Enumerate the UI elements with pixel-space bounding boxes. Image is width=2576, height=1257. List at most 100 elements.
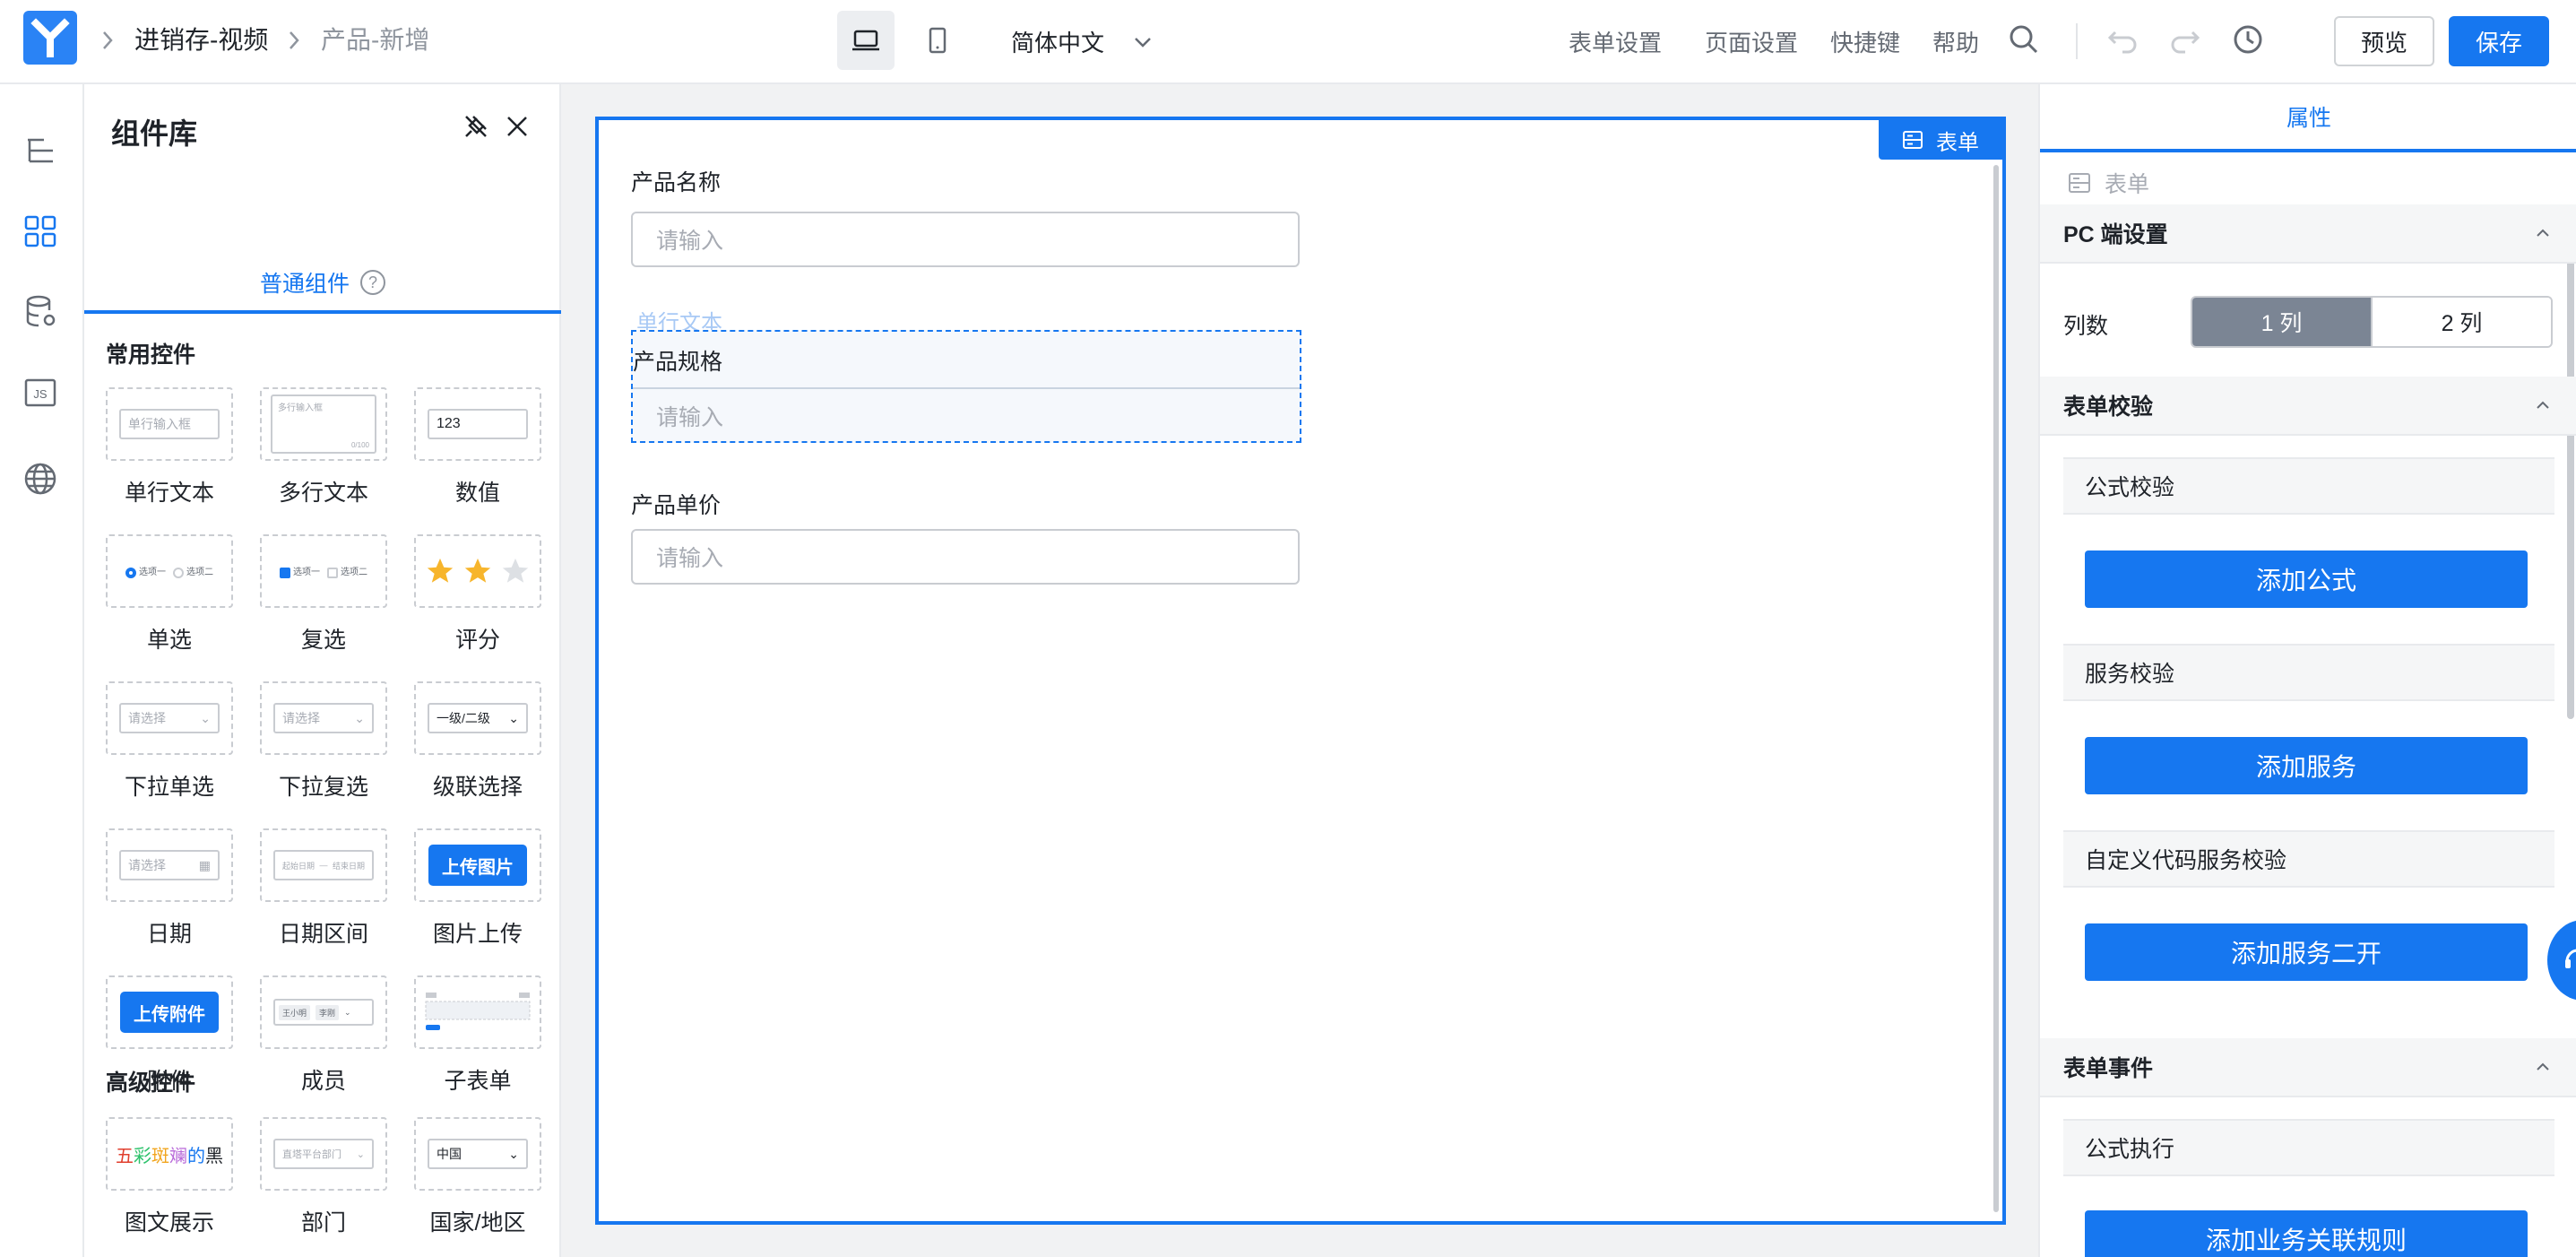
component-label: 下拉单选: [124, 775, 214, 800]
component-cascade[interactable]: 一级/二级 ⌄ 级联选择: [414, 681, 541, 802]
component-rating[interactable]: 评分: [414, 534, 541, 655]
preview-date: 请选择 ▦: [119, 850, 220, 880]
component-member[interactable]: 王小明 李刚 ⌄ 成员: [260, 975, 387, 1096]
field-label-product-name: 产品名称: [631, 170, 722, 195]
component-label: 国家/地区: [429, 1210, 526, 1235]
chevron-up-icon: [2537, 1062, 2549, 1071]
app-logo[interactable]: [23, 11, 77, 65]
checkbox-icon: [280, 567, 290, 578]
preview-option: 选项二: [186, 568, 213, 578]
laptop-icon: [852, 30, 879, 51]
design-canvas-area: 表单 产品名称 请输入 单行文本 产品规格 请输入 产品单价 请输入: [561, 84, 2038, 1257]
form-canvas[interactable]: 表单 产品名称 请输入 单行文本 产品规格 请输入 产品单价 请输入: [595, 117, 2006, 1225]
component-select[interactable]: 请选择 ⌄ 下拉单选: [106, 681, 233, 802]
mobile-view-button[interactable]: [909, 11, 966, 70]
section-title: PC 端设置: [2063, 222, 2168, 247]
preview-char: 斑: [151, 1146, 169, 1166]
language-select[interactable]: 简体中文: [1011, 25, 1154, 58]
radio-icon: [173, 567, 184, 578]
library-title: 组件库: [111, 117, 198, 150]
unpin-icon[interactable]: [461, 111, 491, 142]
help-icon[interactable]: ?: [360, 270, 385, 295]
product-spec-input[interactable]: 请输入: [633, 387, 1300, 443]
undo-icon[interactable]: [2105, 22, 2140, 57]
section-form-validation[interactable]: 表单校验: [2040, 377, 2576, 436]
js-code-icon[interactable]: JS: [21, 373, 60, 412]
breadcrumb-app[interactable]: 进销存-视频: [134, 23, 268, 57]
product-name-input[interactable]: 请输入: [631, 212, 1300, 267]
close-icon[interactable]: [502, 111, 532, 142]
subform-icon: [425, 993, 531, 1030]
help-link[interactable]: 帮助: [1932, 25, 1979, 58]
preview-value: 中国: [437, 1147, 462, 1161]
component-date[interactable]: 请选择 ▦ 日期: [106, 828, 233, 949]
component-image-upload[interactable]: 上传图片 图片上传: [414, 828, 541, 949]
data-source-icon[interactable]: [21, 292, 60, 332]
component-department[interactable]: 直塔平台部门 ⌄ 部门: [260, 1117, 387, 1237]
selected-component-label: 表单: [2105, 172, 2150, 197]
add-service-button[interactable]: 添加服务: [2085, 737, 2528, 794]
star-icon: [427, 558, 454, 583]
selected-field-product-spec[interactable]: 产品规格 请输入: [631, 330, 1301, 443]
chevron-right-icon: [99, 27, 117, 54]
add-business-rule-button[interactable]: 添加业务关联规则: [2085, 1210, 2528, 1257]
canvas-scrollbar[interactable]: [1993, 165, 1999, 1212]
headset-icon: [2565, 949, 2576, 968]
columns-option-2[interactable]: 2 列: [2371, 298, 2551, 346]
preview-upload-button: 上传附件: [120, 992, 219, 1033]
form-settings-link[interactable]: 表单设置: [1569, 25, 1662, 58]
component-grid-icon[interactable]: [21, 212, 60, 251]
component-multi-text[interactable]: 多行输入框 0/100 多行文本: [260, 387, 387, 507]
component-single-text[interactable]: 单行输入框 单行文本: [106, 387, 233, 507]
preview-count: 0/100: [350, 441, 369, 449]
preview-select: 请选择 ⌄: [273, 703, 374, 733]
component-checkbox[interactable]: 选项一 选项二 复选: [260, 534, 387, 655]
component-preview: 请选择 ▦: [106, 828, 233, 902]
properties-panel: 属性 表单 PC 端设置 列数 1 列 2 列 表单校验 公式校验 添加公式 服…: [2038, 84, 2576, 1257]
tab-properties[interactable]: 属性: [2040, 84, 2576, 152]
panel-scrollbar[interactable]: [2567, 204, 2574, 719]
preview-char: 斓: [169, 1146, 187, 1166]
component-multi-select[interactable]: 请选择 ⌄ 下拉复选: [260, 681, 387, 802]
component-label: 图文展示: [124, 1210, 214, 1235]
preview-from: 起始日期: [282, 861, 316, 871]
component-label: 数值: [454, 481, 500, 506]
component-date-range[interactable]: 起始日期 — 结束日期 日期区间: [260, 828, 387, 949]
preview-select: 请选择 ⌄: [119, 703, 220, 733]
add-formula-button[interactable]: 添加公式: [2085, 550, 2528, 608]
add-custom-service-button[interactable]: 添加服务二开: [2085, 923, 2528, 981]
star-icon: [464, 558, 491, 583]
component-preview: 请选择 ⌄: [106, 681, 233, 755]
preview-placeholder: 请选择: [128, 711, 166, 725]
save-button[interactable]: 保存: [2449, 16, 2549, 66]
component-rich-display[interactable]: 五彩斑斓的黑 图文展示: [106, 1117, 233, 1237]
component-preview: 选项一 选项二: [260, 534, 387, 608]
section-pc-settings[interactable]: PC 端设置: [2040, 204, 2576, 264]
component-preview: 五彩斑斓的黑: [106, 1117, 233, 1191]
component-number[interactable]: 123 数值: [414, 387, 541, 507]
component-country[interactable]: 中国 ⌄ 国家/地区: [414, 1117, 541, 1237]
component-preview: 上传附件: [106, 975, 233, 1049]
product-price-input[interactable]: 请输入: [631, 529, 1300, 585]
component-subform[interactable]: 子表单: [414, 975, 541, 1096]
component-preview: 王小明 李刚 ⌄: [260, 975, 387, 1049]
tab-common-components[interactable]: 普通组件 ?: [84, 255, 561, 314]
search-icon[interactable]: [2006, 22, 2042, 57]
history-icon[interactable]: [2230, 22, 2266, 57]
globe-icon[interactable]: [21, 459, 60, 498]
form-badge[interactable]: 表单: [1879, 120, 2002, 160]
formula-validation-header: 公式校验: [2063, 457, 2554, 515]
section-form-events[interactable]: 表单事件: [2040, 1038, 2576, 1097]
chevron-down-icon: ⌄: [508, 710, 519, 725]
preview-button[interactable]: 预览: [2334, 16, 2434, 66]
page-settings-link[interactable]: 页面设置: [1705, 25, 1798, 58]
outline-tree-icon[interactable]: [21, 131, 60, 170]
desktop-view-button[interactable]: [837, 11, 895, 70]
redo-icon[interactable]: [2167, 22, 2203, 57]
component-radio[interactable]: 选项一 选项二 单选: [106, 534, 233, 655]
component-preview: 中国 ⌄: [414, 1117, 541, 1191]
columns-option-1[interactable]: 1 列: [2192, 298, 2371, 346]
preview-radio-group: 选项一 选项二: [125, 564, 213, 578]
shortcuts-link[interactable]: 快捷键: [1830, 25, 1900, 58]
chevron-down-icon: ⌄: [200, 710, 211, 725]
